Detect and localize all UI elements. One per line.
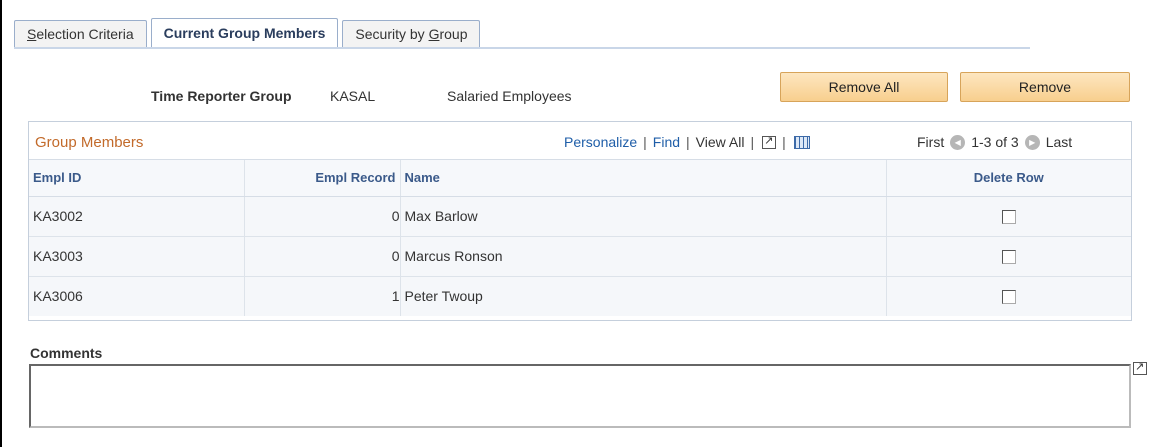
remove-all-button[interactable]: Remove All <box>780 72 948 102</box>
previous-arrow-icon[interactable]: ◀ <box>950 134 966 150</box>
cell-name: Marcus Ronson <box>400 235 887 276</box>
column-header-delete-row: Delete Row <box>886 160 1131 197</box>
tab-accesskey: G <box>428 26 440 42</box>
delete-row-checkbox[interactable] <box>1001 210 1016 225</box>
delete-row-checkbox[interactable] <box>1001 290 1016 305</box>
delete-row-checkbox[interactable] <box>1001 250 1016 265</box>
tab-label: election Criteria <box>36 26 134 42</box>
column-header-empl-id[interactable]: Empl ID <box>29 160 245 197</box>
row-range: 1-3 of 3 <box>971 134 1019 150</box>
last-link[interactable]: Last <box>1046 134 1072 150</box>
comments-label: Comments <box>30 345 103 361</box>
separator: | <box>643 134 647 150</box>
table-header-row: Empl ID Empl Record Name Delete Row <box>29 160 1131 197</box>
page-left-border <box>0 0 2 447</box>
column-header-empl-record[interactable]: Empl Record <box>244 160 401 197</box>
tab-label: Current Group Members <box>163 25 326 41</box>
cell-name: Max Barlow <box>400 196 887 236</box>
grid-title: Group Members <box>35 134 144 151</box>
grid-header: Group Members Personalize | Find | View … <box>29 122 1131 160</box>
cell-empl-id: KA3002 <box>29 196 245 236</box>
cell-empl-record: 0 <box>244 196 401 236</box>
table-row: KA3003 0 Marcus Ronson <box>29 235 1131 276</box>
separator: | <box>686 134 690 150</box>
cell-delete-row <box>886 196 1131 236</box>
time-reporter-group-label: Time Reporter Group <box>151 88 292 104</box>
tab-label: Security by <box>355 26 429 42</box>
cell-empl-record: 1 <box>244 275 401 316</box>
group-members-grid: Group Members Personalize | Find | View … <box>28 121 1132 321</box>
grid-navigation: First ◀ 1-3 of 3 ▶ Last <box>917 134 1072 150</box>
first-link[interactable]: First <box>917 134 944 150</box>
cell-empl-id: KA3006 <box>29 275 245 316</box>
separator: | <box>782 134 786 150</box>
comments-field[interactable] <box>29 364 1131 428</box>
table-row: KA3002 0 Max Barlow <box>29 196 1131 236</box>
next-arrow-icon[interactable]: ▶ <box>1024 134 1040 150</box>
time-reporter-group-description: Salaried Employees <box>447 88 572 104</box>
tab-accesskey: S <box>27 26 37 42</box>
personalize-link[interactable]: Personalize <box>564 134 637 150</box>
tab-divider <box>14 47 1030 49</box>
tab-label: roup <box>439 26 468 42</box>
find-link[interactable]: Find <box>653 134 680 150</box>
expand-comments-icon[interactable] <box>1133 360 1147 375</box>
cell-empl-id: KA3003 <box>29 235 245 276</box>
tab-security-by-group[interactable]: Security by Group <box>342 20 481 48</box>
cell-delete-row <box>886 235 1131 276</box>
grid-toolbar: Personalize | Find | View All | | <box>564 134 810 150</box>
remove-button[interactable]: Remove <box>960 72 1130 102</box>
download-grid-icon[interactable] <box>793 135 810 149</box>
cell-name: Peter Twoup <box>400 275 887 316</box>
tab-current-group-members[interactable]: Current Group Members <box>150 18 339 48</box>
view-all-link[interactable]: View All <box>696 134 745 150</box>
separator: | <box>750 134 755 150</box>
zoom-icon[interactable] <box>762 134 777 149</box>
time-reporter-group-code: KASAL <box>330 88 376 104</box>
tab-bar: Selection Criteria Current Group Members… <box>14 18 484 48</box>
tab-selection-criteria[interactable]: Selection Criteria <box>14 20 147 48</box>
column-header-name[interactable]: Name <box>400 160 887 197</box>
cell-delete-row <box>886 275 1131 316</box>
cell-empl-record: 0 <box>244 235 401 276</box>
table-row: KA3006 1 Peter Twoup <box>29 275 1131 316</box>
members-table: Empl ID Empl Record Name Delete Row KA30… <box>29 160 1131 316</box>
